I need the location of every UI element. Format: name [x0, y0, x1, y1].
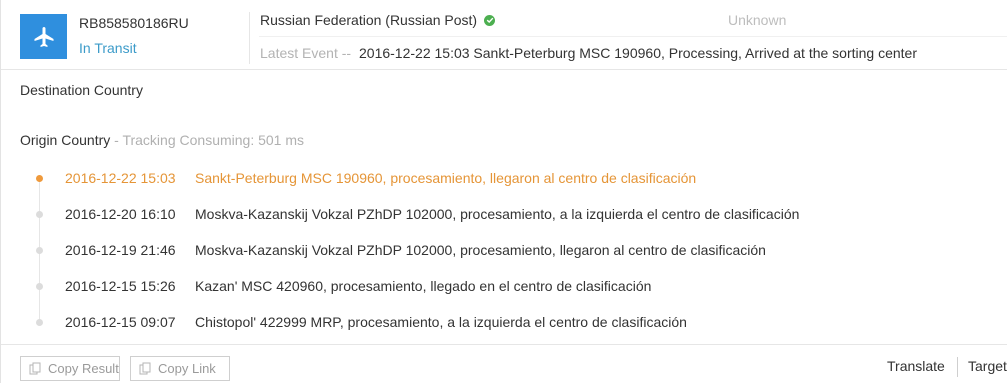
copy-icon	[139, 362, 152, 375]
copy-result-label: Copy Result	[48, 361, 119, 376]
tracking-header: RB858580186RU In Transit Russian Federat…	[1, 0, 1007, 70]
copy-link-button[interactable]: Copy Link	[130, 356, 230, 381]
verified-check-icon	[484, 14, 496, 26]
result-footer: Copy Result Copy Link Translate Target	[1, 344, 1007, 383]
timeline-event: 2016-12-22 15:03 Sankt-Peterburg MSC 190…	[1, 170, 1007, 190]
timeline-event: 2016-12-15 09:07 Chistopol' 422999 MRP, …	[1, 314, 1007, 334]
event-description: Moskva-Kazanskij Vokzal PZhDP 102000, pr…	[195, 242, 766, 258]
event-time: 2016-12-15 09:07	[65, 314, 176, 330]
timeline-dot	[36, 175, 43, 182]
event-description: Sankt-Peterburg MSC 190960, procesamient…	[195, 170, 697, 186]
event-description: Chistopol' 422999 MRP, procesamiento, a …	[195, 314, 687, 330]
target-language-link[interactable]: Target	[968, 358, 1007, 374]
origin-country-heading: Origin Country - Tracking Consuming: 501…	[20, 132, 304, 148]
tracking-consuming-text: - Tracking Consuming: 501 ms	[110, 132, 305, 148]
header-divider	[249, 12, 250, 64]
timeline-event: 2016-12-19 21:46 Moskva-Kazanskij Vokzal…	[1, 242, 1007, 262]
timeline-dot	[36, 319, 43, 326]
timeline-dot	[36, 283, 43, 290]
copy-result-button[interactable]: Copy Result	[20, 356, 120, 381]
footer-divider	[957, 357, 958, 377]
status-badge: In Transit	[79, 40, 137, 56]
origin-carrier: Russian Federation (Russian Post)	[260, 12, 496, 28]
carrier-name: Russian Federation (Russian Post)	[260, 12, 478, 28]
timeline-event: 2016-12-15 15:26 Kazan' MSC 420960, proc…	[1, 278, 1007, 298]
copy-link-label: Copy Link	[158, 361, 216, 376]
event-time: 2016-12-22 15:03	[65, 170, 176, 186]
event-time: 2016-12-20 16:10	[65, 206, 176, 222]
copy-icon	[29, 362, 42, 375]
event-time: 2016-12-15 15:26	[65, 278, 176, 294]
translate-link[interactable]: Translate	[887, 358, 945, 374]
timeline-event: 2016-12-20 16:10 Moskva-Kazanskij Vokzal…	[1, 206, 1007, 226]
event-description: Moskva-Kazanskij Vokzal PZhDP 102000, pr…	[195, 206, 800, 222]
airplane-icon	[20, 14, 67, 59]
destination-country-label: Destination Country	[20, 82, 143, 98]
event-time: 2016-12-19 21:46	[65, 242, 176, 258]
tracking-number[interactable]: RB858580186RU	[79, 15, 189, 31]
destination-carrier: Unknown	[728, 12, 787, 28]
timeline-dot	[36, 247, 43, 254]
latest-event-label: Latest Event --	[260, 45, 352, 61]
tracking-result-card: RB858580186RU In Transit Russian Federat…	[0, 0, 1007, 383]
timeline-dot	[36, 211, 43, 218]
header-row-divider	[259, 36, 1007, 37]
event-description: Kazan' MSC 420960, procesamiento, llegad…	[195, 278, 652, 294]
origin-country-label: Origin Country	[20, 132, 111, 148]
latest-event-text: 2016-12-22 15:03 Sankt-Peterburg MSC 190…	[359, 45, 917, 61]
